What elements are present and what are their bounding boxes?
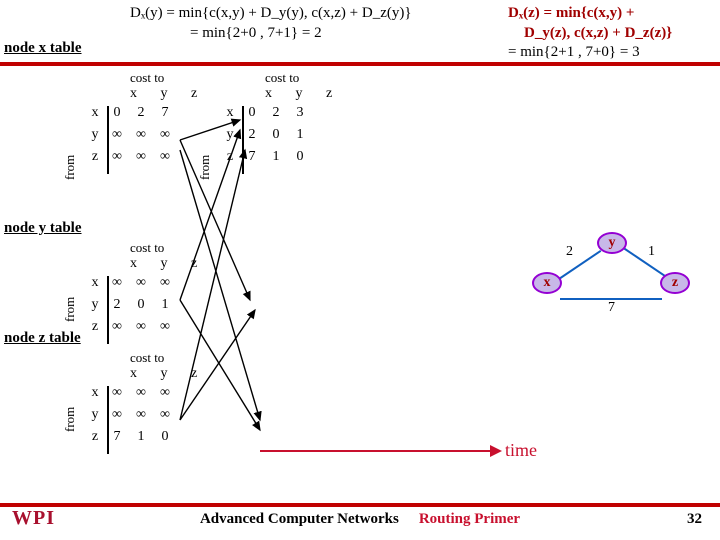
- equation-dy: Dₓ(y) = min{c(x,y) + D_y(y), c(x,z) + D_…: [130, 4, 412, 43]
- node-y: y: [597, 232, 627, 254]
- slide-number: 32: [687, 511, 702, 528]
- from-label: from: [197, 155, 213, 180]
- node-x: x: [532, 272, 562, 294]
- node-z: z: [660, 272, 690, 294]
- footer: Advanced Computer NetworksRouting Primer: [0, 511, 720, 528]
- time-label: time: [505, 440, 537, 461]
- table-y-t0: cost to x y z x∞∞∞ y201 z∞∞∞: [85, 240, 207, 338]
- time-arrow: [260, 450, 500, 452]
- table-z-t0: cost to x y z x∞∞∞ y∞∞∞ z710: [85, 350, 207, 448]
- table-x-t1: cost to x y z x023 y201 z710: [220, 70, 342, 168]
- from-label: from: [62, 407, 78, 432]
- label-node-y: node y table: [4, 220, 82, 237]
- label-node-x: node x table: [4, 40, 82, 57]
- table-x-t0: cost to x y z x027 y∞∞∞ z∞∞∞: [85, 70, 207, 168]
- divider: [0, 503, 720, 507]
- divider: [0, 62, 720, 66]
- label-node-z: node z table: [4, 330, 81, 347]
- from-label: from: [62, 155, 78, 180]
- from-label: from: [62, 297, 78, 322]
- equation-dz: Dₓ(z) = min{c(x,y) + D_y(z), c(x,z) + D_…: [508, 4, 672, 63]
- network-graph: x y z 2 1 7: [532, 230, 692, 330]
